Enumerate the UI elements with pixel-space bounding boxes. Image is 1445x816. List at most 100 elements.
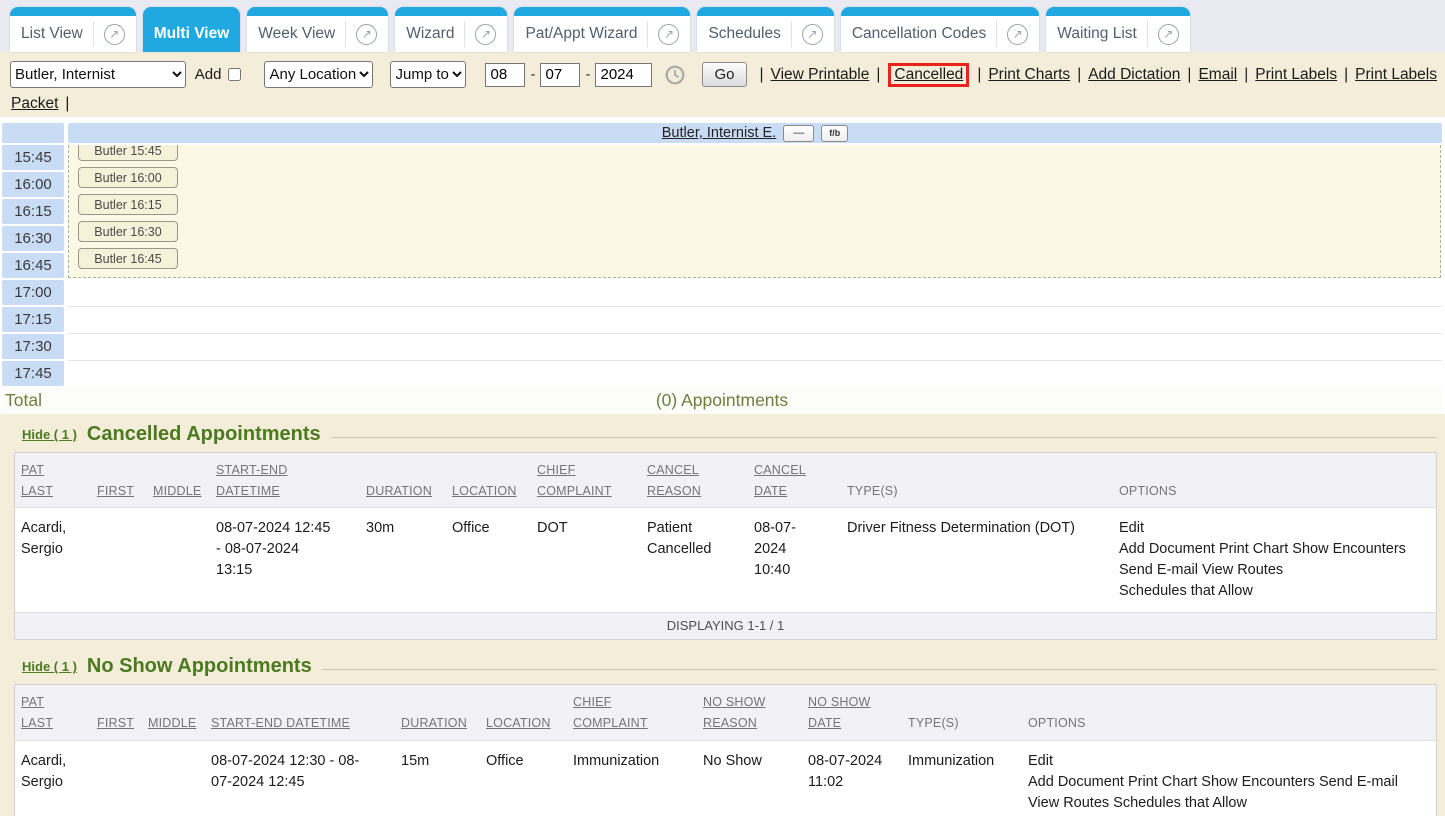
cell-chief-complaint: DOT [531, 508, 641, 612]
tab-label: Schedules [708, 25, 780, 43]
col-types: TYPE(S) [902, 713, 1022, 734]
col-duration[interactable]: DURATION [395, 713, 480, 734]
tab-wizard[interactable]: Wizard ↗ [395, 7, 507, 52]
open-slot-button[interactable]: Butler 15:45 [78, 145, 178, 161]
cell-options-links[interactable]: Edit Add Document Print Chart Show Encou… [1113, 508, 1436, 612]
time-slot-label[interactable]: 16:15 [2, 199, 64, 224]
date-day-input[interactable] [540, 63, 580, 87]
cancelled-table-paging: DISPLAYING 1-1 / 1 [15, 612, 1436, 639]
empty-schedule-row[interactable] [68, 334, 1442, 361]
forward-back-button[interactable]: f/b [821, 125, 848, 142]
date-year-input[interactable] [595, 63, 652, 87]
col-first[interactable]: FIRST [91, 713, 142, 734]
col-pat-last[interactable]: PAT LAST [15, 692, 91, 733]
time-slot-label[interactable]: 15:45 [2, 145, 64, 170]
tab-accent-bar [697, 7, 833, 16]
collapse-column-button[interactable]: — [783, 125, 814, 142]
col-middle[interactable]: MIDDLE [147, 481, 210, 502]
go-button[interactable]: Go [702, 62, 746, 87]
total-row: Total (0) Appointments [2, 387, 1442, 414]
open-new-window-icon[interactable]: ↗ [802, 24, 823, 45]
add-dictation-link[interactable]: Add Dictation [1088, 66, 1180, 84]
empty-schedule-row[interactable] [68, 280, 1442, 307]
print-labels-packet-link-wrap[interactable]: Packet [11, 95, 58, 113]
time-column: 15:45 16:00 16:15 16:30 16:45 17:00 17:1… [2, 145, 64, 386]
cancelled-table-header: PAT LAST FIRST MIDDLE START-END DATETIME… [15, 453, 1436, 508]
cell-no-show-reason: No Show [697, 741, 802, 816]
date-month-input[interactable] [485, 63, 525, 87]
tab-label: Wizard [406, 25, 454, 43]
print-labels-link[interactable]: Print Labels [1255, 66, 1337, 84]
provider-slot-area: Butler 15:45 Butler 16:00 Butler 16:15 B… [68, 145, 1442, 386]
col-duration[interactable]: DURATION [360, 481, 446, 502]
col-chief-complaint[interactable]: CHIEF COMPLAINT [531, 460, 641, 501]
section-rule [331, 437, 1437, 438]
hide-no-show-link[interactable]: Hide ( 1 ) [22, 659, 77, 674]
col-types: TYPE(S) [841, 481, 1113, 502]
no-show-appointments-table: PAT LAST FIRST MIDDLE START-END DATETIME… [14, 684, 1437, 816]
open-slot-button[interactable]: Butler 16:00 [78, 167, 178, 188]
tab-cancellation-codes[interactable]: Cancellation Codes ↗ [841, 7, 1039, 52]
cancelled-link[interactable]: Cancelled [894, 66, 963, 83]
link-separator: | [1187, 66, 1191, 84]
open-new-window-icon[interactable]: ↗ [1158, 24, 1179, 45]
tab-accent-bar [841, 7, 1039, 16]
open-new-window-icon[interactable]: ↗ [658, 24, 679, 45]
location-select[interactable]: Any Location [264, 61, 373, 88]
tab-list-view[interactable]: List View ↗ [10, 7, 136, 52]
hide-cancelled-link[interactable]: Hide ( 1 ) [22, 427, 77, 442]
col-start-end[interactable]: START-END DATETIME [210, 460, 360, 501]
tab-schedules[interactable]: Schedules ↗ [697, 7, 833, 52]
cell-options-links[interactable]: Edit Add Document Print Chart Show Encou… [1022, 741, 1436, 816]
open-new-window-icon[interactable]: ↗ [475, 24, 496, 45]
open-slot-button[interactable]: Butler 16:15 [78, 194, 178, 215]
tab-label: Multi View [154, 25, 230, 43]
open-slot-button[interactable]: Butler 16:30 [78, 221, 178, 242]
view-printable-link[interactable]: View Printable [771, 66, 870, 84]
print-labels-packet-link[interactable]: Print Labels [1355, 66, 1437, 84]
provider-name-link[interactable]: Butler, Internist E. [662, 125, 776, 141]
tab-waiting-list[interactable]: Waiting List ↗ [1046, 7, 1190, 52]
col-first[interactable]: FIRST [91, 481, 147, 502]
open-new-window-icon[interactable]: ↗ [356, 24, 377, 45]
col-start-end[interactable]: START-END DATETIME [205, 713, 395, 734]
tab-week-view[interactable]: Week View ↗ [247, 7, 388, 52]
time-slot-label[interactable]: 17:45 [2, 361, 64, 386]
tab-accent-bar [1046, 7, 1190, 16]
tab-divider [345, 21, 346, 47]
table-row: Acardi, Sergio 08-07-2024 12:45 - 08-07-… [15, 508, 1436, 612]
time-slot-label[interactable]: 17:00 [2, 280, 64, 305]
tab-pat-appt-wizard[interactable]: Pat/Appt Wizard ↗ [514, 7, 690, 52]
print-charts-link[interactable]: Print Charts [988, 66, 1070, 84]
open-slot-button[interactable]: Butler 16:45 [78, 248, 178, 269]
email-link[interactable]: Email [1198, 66, 1237, 84]
col-cancel-reason[interactable]: CANCEL REASON [641, 460, 748, 501]
time-slot-label[interactable]: 17:30 [2, 334, 64, 359]
grid-corner-cell [2, 123, 64, 143]
cell-types: Driver Fitness Determination (DOT) [841, 508, 1113, 612]
provider-select[interactable]: Butler, Internist [10, 61, 186, 88]
cell-duration: 30m [360, 508, 446, 612]
col-cancel-date[interactable]: CANCEL DATE [748, 460, 841, 501]
cell-start-end: 08-07-2024 12:45 - 08-07-2024 13:15 [210, 508, 360, 612]
col-chief-complaint[interactable]: CHIEF COMPLAINT [567, 692, 697, 733]
col-location[interactable]: LOCATION [480, 713, 567, 734]
col-pat-last[interactable]: PAT LAST [15, 460, 91, 501]
time-slot-label[interactable]: 16:45 [2, 253, 64, 278]
open-new-window-icon[interactable]: ↗ [1007, 24, 1028, 45]
time-slot-label[interactable]: 16:30 [2, 226, 64, 251]
cancelled-section-title: Cancelled Appointments [87, 423, 321, 446]
time-slot-label[interactable]: 17:15 [2, 307, 64, 332]
col-location[interactable]: LOCATION [446, 481, 531, 502]
col-middle[interactable]: MIDDLE [142, 713, 205, 734]
empty-schedule-row[interactable] [68, 361, 1442, 388]
empty-schedule-row[interactable] [68, 307, 1442, 334]
col-no-show-reason[interactable]: NO SHOW REASON [697, 692, 802, 733]
calendar-clock-icon[interactable] [665, 65, 685, 85]
jump-to-select[interactable]: Jump to [390, 61, 466, 88]
time-slot-label[interactable]: 16:00 [2, 172, 64, 197]
col-no-show-date[interactable]: NO SHOW DATE [802, 692, 902, 733]
add-provider-checkbox[interactable] [228, 67, 241, 82]
tab-multi-view[interactable]: Multi View [143, 7, 241, 52]
open-new-window-icon[interactable]: ↗ [104, 24, 125, 45]
